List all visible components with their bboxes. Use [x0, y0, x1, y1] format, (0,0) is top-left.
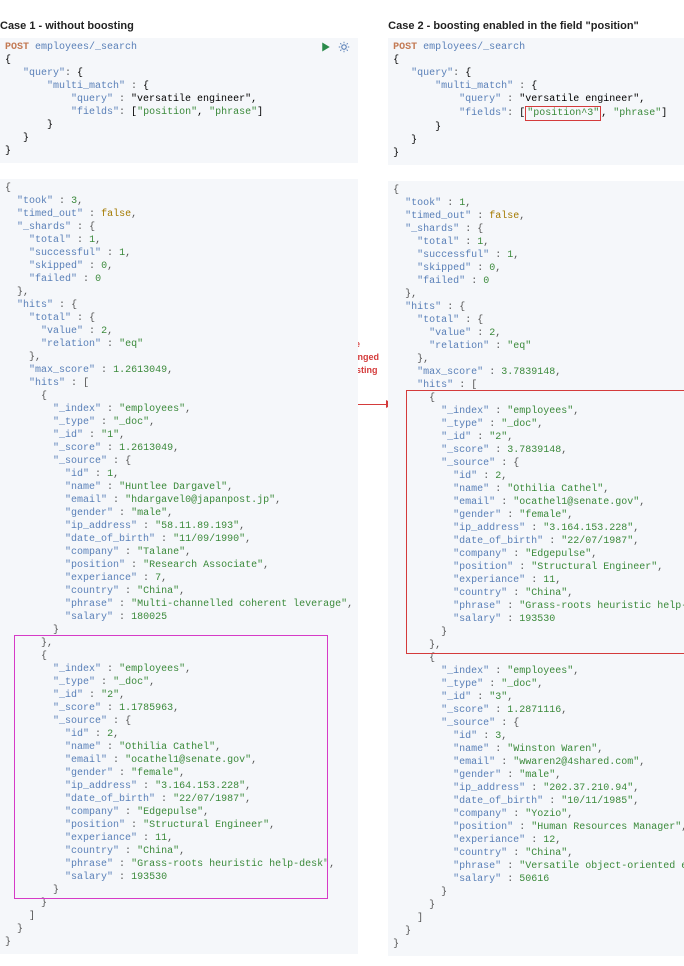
case2-query-box: POST employees/_search { "query": { "mul…	[388, 38, 684, 165]
http-path: employees/_search	[35, 41, 137, 54]
settings-icon[interactable]	[338, 41, 350, 53]
highlight-first-hit	[406, 390, 684, 654]
run-icon[interactable]	[320, 41, 332, 53]
case2-result-box: { "took" : 1, "timed_out" : false, "_sha…	[388, 181, 684, 956]
case1-column: Case 1 - without boosting POST employees…	[0, 20, 358, 956]
case2-column: Case 2 - boosting enabled in the field "…	[388, 20, 684, 956]
http-verb: POST	[5, 41, 29, 54]
case1-title: Case 1 - without boosting	[0, 20, 358, 32]
http-path: employees/_search	[423, 41, 525, 54]
query-line: POST employees/_search	[393, 41, 684, 54]
case1-result-box: { "took" : 3, "timed_out" : false, "_sha…	[0, 179, 358, 954]
http-verb: POST	[393, 41, 417, 54]
request-body[interactable]: { "query": { "multi_match" : { "query" :…	[5, 54, 353, 158]
highlight-second-hit	[14, 635, 328, 899]
query-line: POST employees/_search	[5, 41, 353, 54]
case1-query-box: POST employees/_search { "query": { "mul…	[0, 38, 358, 163]
case2-title: Case 2 - boosting enabled in the field "…	[388, 20, 684, 32]
request-body[interactable]: { "query": { "multi_match" : { "query" :…	[393, 54, 684, 160]
